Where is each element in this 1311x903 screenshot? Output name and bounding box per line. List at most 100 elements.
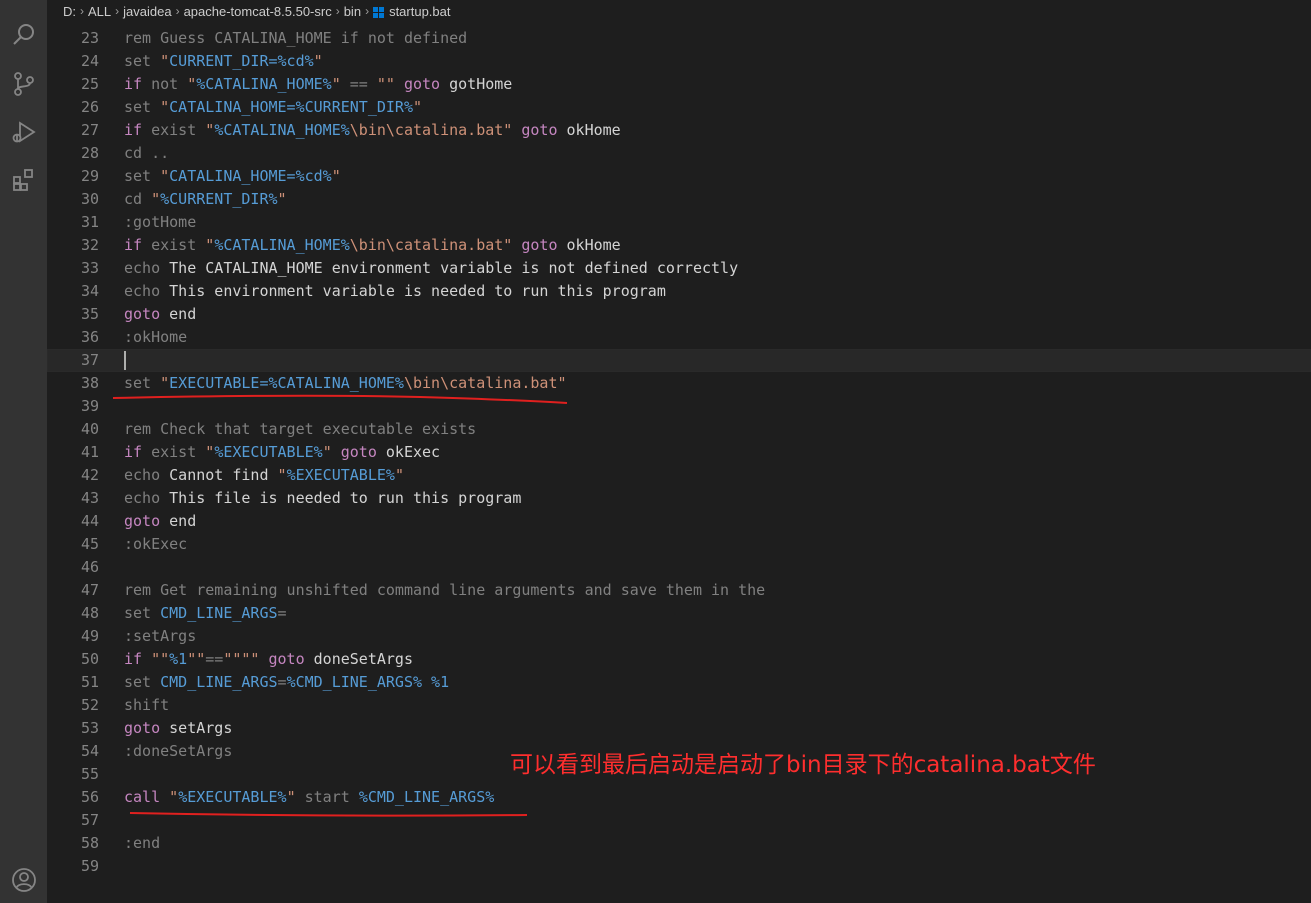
breadcrumb-item[interactable]: D: [63,4,76,19]
code-token: shift [124,696,170,714]
line-number: 49 [80,627,99,645]
code-line[interactable]: 48 set CMD_LINE_ARGS= [47,602,1311,625]
chevron-right-icon: › [115,4,120,18]
code-token: :okHome [124,328,188,346]
code-line[interactable]: 33 echo The CATALINA_HOME environment var… [47,257,1311,280]
code-line[interactable]: 40 rem Check that target executable exist… [47,418,1311,441]
code-token: == [340,75,377,93]
code-text: set "CURRENT_DIR=%cd%" [124,50,323,73]
code-token: goto [124,512,161,530]
code-line[interactable]: 58 :end [47,832,1311,855]
code-token: %EXECUTABLE% [178,788,287,806]
line-number: 37 [80,351,99,369]
code-line[interactable]: 59 [47,855,1311,878]
code-line[interactable]: 46 [47,556,1311,579]
code-token: set [124,52,161,70]
code-token: setArgs [160,719,233,737]
code-line[interactable]: 52 shift [47,694,1311,717]
code-text: :doneSetArgs [124,740,232,763]
code-token: goto [124,719,161,737]
code-token: " [160,52,170,70]
extensions-icon[interactable] [0,160,47,200]
code-line[interactable]: 37 [47,349,1311,372]
code-line[interactable]: 23 rem Guess CATALINA_HOME if not defined [47,27,1311,50]
line-number: 25 [80,75,99,93]
code-line[interactable]: 35 goto end [47,303,1311,326]
breadcrumb-item[interactable]: bin [344,4,361,19]
code-token: :doneSetArgs [124,742,233,760]
code-token: set [124,604,161,622]
account-icon[interactable] [0,860,47,900]
code-text: set CMD_LINE_ARGS= [124,602,287,625]
code-line[interactable]: 44 goto end [47,510,1311,533]
chevron-right-icon: › [80,4,84,18]
code-line[interactable]: 28 cd .. [47,142,1311,165]
line-number: 56 [80,788,99,806]
code-line[interactable]: 39 [47,395,1311,418]
code-token: rem [124,29,152,47]
code-line[interactable]: 31:gotHome [47,211,1311,234]
code-line[interactable]: 41 if exist "%EXECUTABLE%" goto okExec [47,441,1311,464]
line-number: 52 [80,696,99,714]
breadcrumb-item[interactable]: javaidea [123,4,171,19]
code-token: %CATALINA_HOME% [214,236,350,254]
code-line[interactable]: 49 :setArgs [47,625,1311,648]
code-line[interactable]: 47 rem Get remaining unshifted command li… [47,579,1311,602]
code-token: " [277,466,287,484]
run-debug-icon[interactable] [0,112,47,152]
code-line[interactable]: 45:okExec [47,533,1311,556]
code-text: rem Get remaining unshifted command line… [124,579,765,602]
code-line[interactable]: 29 set "CATALINA_HOME=%cd%" [47,165,1311,188]
code-token: " [205,121,215,139]
line-number: 40 [80,420,99,438]
code-line[interactable]: 32 if exist "%CATALINA_HOME%\bin\catalina… [47,234,1311,257]
code-line[interactable]: 53 goto setArgs [47,717,1311,740]
line-number: 28 [80,144,99,162]
code-token: exist [142,443,206,461]
source-control-icon[interactable] [0,64,47,104]
code-token: echo [124,466,161,484]
line-number: 58 [80,834,99,852]
code-text: echo The CATALINA_HOME environment varia… [124,257,738,280]
breadcrumb-item[interactable]: apache-tomcat-8.5.50-src [184,4,332,19]
code-token: cd [124,190,152,208]
code-token: rem [124,581,152,599]
code-line[interactable]: 36:okHome [47,326,1311,349]
code-line[interactable]: 30 cd "%CURRENT_DIR%" [47,188,1311,211]
code-line[interactable]: 56 call "%EXECUTABLE%" start %CMD_LINE_AR… [47,786,1311,809]
search-icon[interactable] [0,15,47,55]
code-line[interactable]: 38 set "EXECUTABLE=%CATALINA_HOME%\bin\ca… [47,372,1311,395]
code-line[interactable]: 24 set "CURRENT_DIR=%cd%" [47,50,1311,73]
code-line[interactable]: 42 echo Cannot find "%EXECUTABLE%" [47,464,1311,487]
code-token: " [313,52,323,70]
code-token: set [124,98,161,116]
code-line[interactable]: 25 if not "%CATALINA_HOME%" == "" goto go… [47,73,1311,96]
code-token: CATALINA_HOME=%cd% [169,167,332,185]
code-line[interactable]: 27 if exist "%CATALINA_HOME%\bin\catalina… [47,119,1311,142]
code-token: " [286,788,296,806]
code-line[interactable]: 51 set CMD_LINE_ARGS=%CMD_LINE_ARGS% %1 [47,671,1311,694]
code-token: " [187,75,197,93]
code-text: goto end [124,510,196,533]
code-text: if exist "%CATALINA_HOME%\bin\catalina.b… [124,119,621,142]
code-text: :setArgs [124,625,196,648]
code-line[interactable]: 43 echo This file is needed to run this p… [47,487,1311,510]
code-token: call [124,788,161,806]
breadcrumb-item[interactable]: ALL [88,4,111,19]
code-token: " [331,75,341,93]
code-token: Guess CATALINA_HOME if not defined [151,29,468,47]
code-token: :gotHome [124,213,197,231]
code-token: "" [376,75,395,93]
code-token: echo [124,489,161,507]
code-token: set [124,167,161,185]
code-token: goto [259,650,305,668]
code-text: :end [124,832,160,855]
line-number: 26 [80,98,99,116]
code-line[interactable]: 26 set "CATALINA_HOME=%CURRENT_DIR%" [47,96,1311,119]
code-token: " [277,190,287,208]
code-line[interactable]: 34 echo This environment variable is need… [47,280,1311,303]
code-token: if [124,75,143,93]
code-line[interactable]: 50 if ""%1""=="""" goto doneSetArgs [47,648,1311,671]
breadcrumb-file[interactable]: startup.bat [389,4,450,19]
code-line[interactable]: 57 [47,809,1311,832]
